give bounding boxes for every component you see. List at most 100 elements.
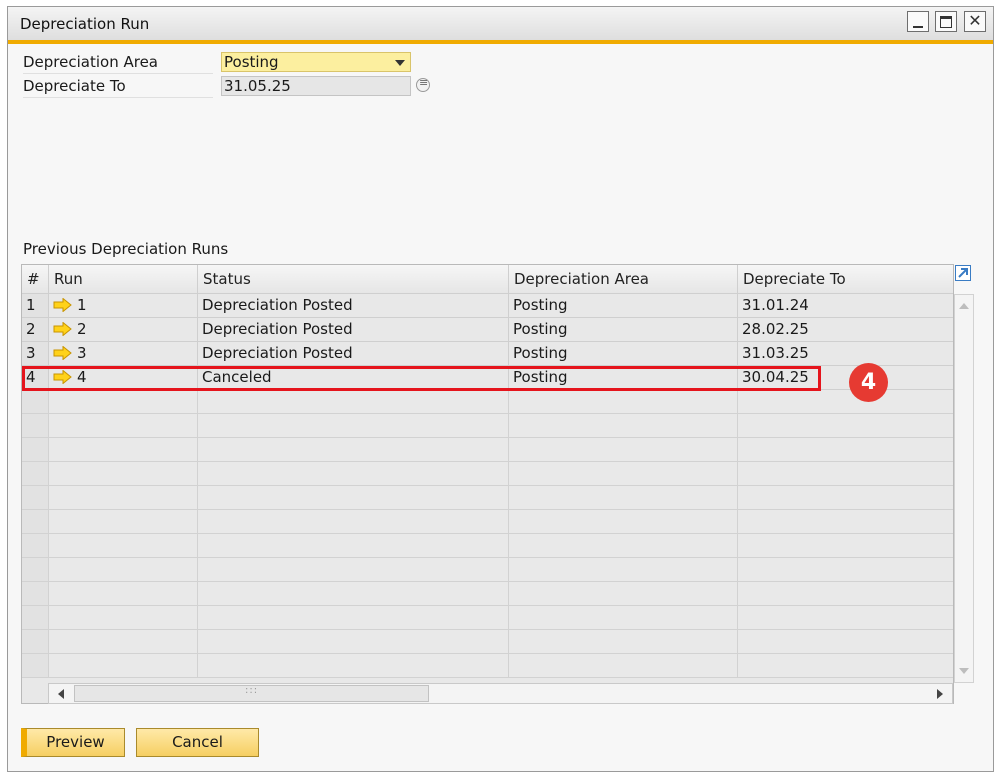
empty-cell (738, 510, 953, 534)
empty-cell (509, 390, 738, 414)
depreciate-to-value: 31.05.25 (224, 77, 291, 95)
empty-cell (22, 462, 49, 486)
horizontal-scrollbar[interactable] (48, 683, 953, 704)
empty-cell (22, 486, 49, 510)
table-cell-to: 28.02.25 (738, 318, 953, 342)
scroll-right-icon[interactable] (937, 689, 943, 699)
depreciation-run-window: Depreciation Run ✕ Depreciation Area Pos… (7, 6, 994, 772)
window-title: Depreciation Run (20, 15, 150, 33)
empty-cell (509, 606, 738, 630)
empty-cell (49, 438, 198, 462)
empty-cell (509, 438, 738, 462)
empty-cell (22, 510, 49, 534)
empty-cell (198, 390, 509, 414)
empty-cell (22, 654, 49, 678)
table-cell-num: 3 (22, 342, 49, 366)
column-header-run[interactable]: Run (49, 265, 198, 294)
empty-cell (738, 462, 953, 486)
table-cell-area: Posting (509, 294, 738, 318)
depreciate-to-label: Depreciate To (23, 76, 213, 98)
preview-button[interactable]: Preview (21, 728, 125, 757)
depreciation-area-label: Depreciation Area (23, 52, 213, 74)
depreciation-area-dropdown[interactable]: Posting (221, 52, 411, 72)
column-header-number[interactable]: # (22, 265, 49, 294)
empty-cell (198, 630, 509, 654)
empty-cell (49, 390, 198, 414)
empty-cell (738, 438, 953, 462)
table-cell-area: Posting (509, 318, 738, 342)
close-button[interactable]: ✕ (964, 11, 986, 32)
cancel-button[interactable]: Cancel (136, 728, 259, 757)
scroll-left-icon[interactable] (58, 689, 64, 699)
empty-cell (509, 654, 738, 678)
empty-cell (49, 414, 198, 438)
table-cell-run[interactable]: 1 (49, 294, 198, 318)
empty-cell (198, 438, 509, 462)
empty-cell (509, 558, 738, 582)
empty-cell (22, 438, 49, 462)
empty-cell (509, 510, 738, 534)
empty-cell (198, 606, 509, 630)
empty-cell (22, 558, 49, 582)
list-icon[interactable] (416, 76, 430, 92)
empty-cell (49, 462, 198, 486)
empty-cell (738, 630, 953, 654)
highlight-box (22, 366, 821, 391)
scroll-up-icon[interactable] (959, 303, 969, 309)
empty-cell (49, 486, 198, 510)
empty-cell (49, 534, 198, 558)
previous-runs-title: Previous Depreciation Runs (23, 240, 229, 258)
empty-cell (198, 654, 509, 678)
empty-cell (198, 582, 509, 606)
table-cell-to: 31.03.25 (738, 342, 953, 366)
minimize-button[interactable] (907, 11, 929, 32)
depreciate-to-field[interactable]: 31.05.25 (221, 76, 411, 96)
empty-cell (738, 654, 953, 678)
scroll-down-icon[interactable] (959, 668, 969, 674)
empty-cell (22, 414, 49, 438)
run-number: 3 (77, 344, 87, 362)
runs-grid: # Run Status Depreciation Area Depreciat… (21, 264, 954, 704)
empty-cell (49, 582, 198, 606)
empty-cell (509, 486, 738, 510)
table-cell-num: 1 (22, 294, 49, 318)
step-badge: 4 (849, 363, 888, 402)
empty-cell (738, 606, 953, 630)
chevron-down-icon (395, 60, 405, 66)
empty-cell (738, 414, 953, 438)
maximize-button[interactable] (935, 11, 957, 32)
empty-cell (49, 510, 198, 534)
column-header-depreciate-to[interactable]: Depreciate To (738, 265, 953, 294)
column-header-area[interactable]: Depreciation Area (509, 265, 738, 294)
empty-cell (738, 486, 953, 510)
empty-cell (509, 462, 738, 486)
run-number: 1 (77, 296, 87, 314)
empty-cell (22, 630, 49, 654)
empty-cell (738, 534, 953, 558)
empty-cell (49, 630, 198, 654)
expand-icon[interactable] (955, 265, 971, 281)
column-header-status[interactable]: Status (198, 265, 509, 294)
empty-cell (198, 414, 509, 438)
title-bar[interactable]: Depreciation Run ✕ (8, 7, 993, 41)
table-cell-run[interactable]: 2 (49, 318, 198, 342)
empty-cell (738, 390, 953, 414)
empty-cell (22, 606, 49, 630)
empty-cell (198, 510, 509, 534)
table-cell-status: Depreciation Posted (198, 318, 509, 342)
empty-cell (738, 582, 953, 606)
empty-cell (509, 534, 738, 558)
empty-cell (22, 582, 49, 606)
run-number: 2 (77, 320, 87, 338)
vertical-scrollbar[interactable] (954, 294, 974, 683)
empty-cell (49, 606, 198, 630)
table-cell-area: Posting (509, 342, 738, 366)
scroll-thumb[interactable] (74, 685, 429, 702)
table-cell-run[interactable]: 3 (49, 342, 198, 366)
empty-cell (49, 558, 198, 582)
link-arrow-icon[interactable] (53, 298, 72, 312)
empty-cell (738, 558, 953, 582)
link-arrow-icon[interactable] (53, 346, 72, 360)
link-arrow-icon[interactable] (53, 322, 72, 336)
table-cell-num: 2 (22, 318, 49, 342)
